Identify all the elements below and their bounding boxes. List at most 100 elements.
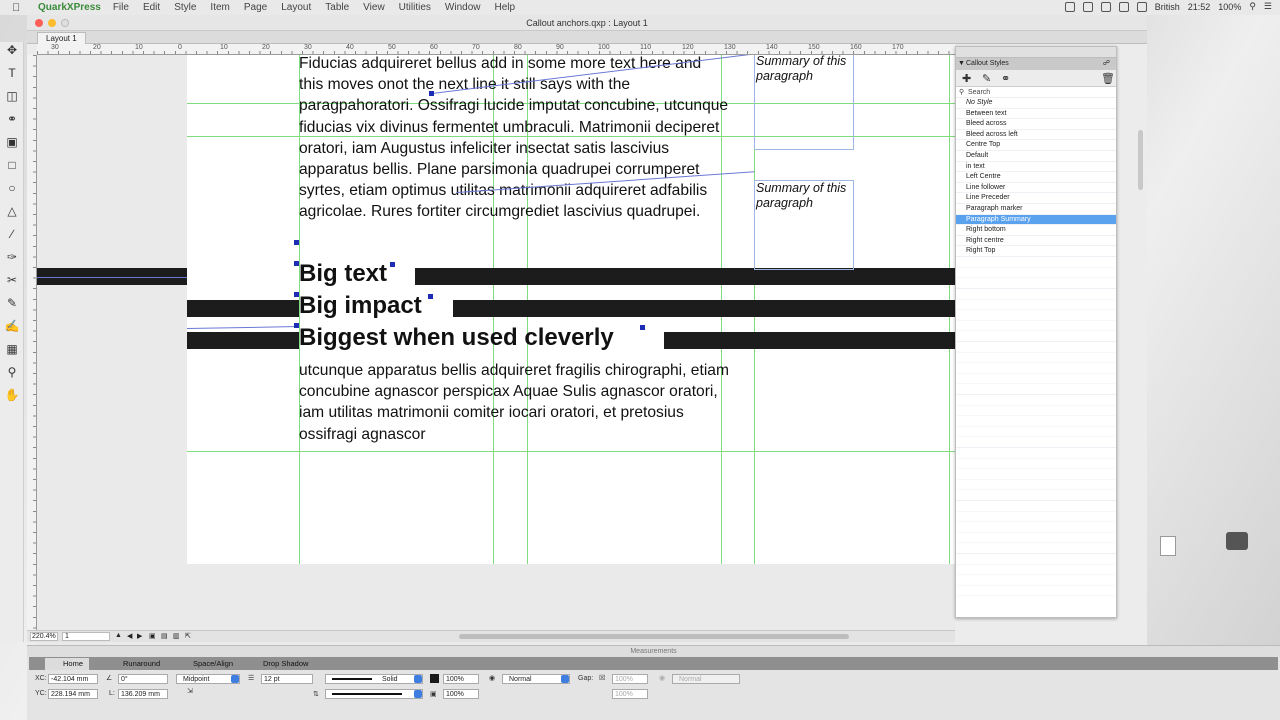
line-tool-icon[interactable]: ∕ xyxy=(4,226,20,242)
tab-drop-shadow[interactable]: Drop Shadow xyxy=(245,658,314,670)
scissors-tool-icon[interactable]: ✂ xyxy=(4,272,20,288)
menu-file[interactable]: File xyxy=(113,2,129,13)
style-search-input[interactable]: ⚲ Search xyxy=(956,87,1116,98)
zoom-field[interactable]: 220.4% xyxy=(30,632,58,641)
edit-style-icon[interactable]: ✎ xyxy=(982,72,991,85)
menu-utilities[interactable]: Utilities xyxy=(399,2,431,13)
heading-big-text[interactable]: Big text xyxy=(299,260,387,288)
line-opacity-field[interactable]: 100% xyxy=(443,674,479,684)
page-field[interactable]: 1 xyxy=(62,632,110,641)
selection-handle[interactable] xyxy=(390,262,395,267)
gap-blend-select[interactable]: Normal xyxy=(672,674,740,684)
image-box-tool-icon[interactable]: ▣ xyxy=(4,134,20,150)
angle-field[interactable]: 0° xyxy=(118,674,168,684)
selection-handle[interactable] xyxy=(294,240,299,245)
callout-box[interactable]: Summary of this paragraph xyxy=(754,55,854,150)
yc-field[interactable]: 228.194 mm xyxy=(48,689,98,699)
horizontal-ruler[interactable]: 30 20 10 0 10 20 30 40 50 60 70 80 90 10… xyxy=(37,44,955,55)
style-row-selected[interactable]: Paragraph Summary xyxy=(956,214,1116,226)
pen-tool-icon[interactable]: ✎ xyxy=(4,295,20,311)
bluetooth-icon[interactable] xyxy=(1064,1,1075,12)
layout-view-icon[interactable]: ▥ xyxy=(173,632,180,640)
gap-color-icon[interactable]: ☒ xyxy=(599,674,605,682)
battery-status[interactable]: 100% xyxy=(1218,2,1241,12)
selection-handle[interactable] xyxy=(429,91,434,96)
selection-handle[interactable] xyxy=(294,323,299,328)
style-row[interactable]: Line Preceder xyxy=(956,193,1116,204)
menu-table[interactable]: Table xyxy=(325,2,349,13)
panel-top-bar[interactable] xyxy=(956,47,1116,58)
bezier-pen-tool-icon[interactable]: ✑ xyxy=(4,249,20,265)
selection-handle[interactable] xyxy=(640,325,645,330)
menu-help[interactable]: Help xyxy=(494,2,515,13)
oval-tool-icon[interactable]: ○ xyxy=(4,180,20,196)
duplicate-style-icon[interactable]: ⚭ xyxy=(1001,72,1010,85)
rule-bar-right[interactable] xyxy=(415,268,955,285)
menu-layout[interactable]: Layout xyxy=(281,2,311,13)
body-text-box[interactable]: Fiducias adquireret bellus add in some m… xyxy=(299,55,729,223)
clock[interactable]: 21:52 xyxy=(1188,2,1211,12)
style-row[interactable]: Right Top xyxy=(956,246,1116,257)
style-row[interactable]: Bleed across xyxy=(956,119,1116,130)
resize-icon[interactable]: ⇱ xyxy=(185,632,191,640)
heading-big-impact[interactable]: Big impact xyxy=(299,292,422,320)
tab-runaround[interactable]: Runaround xyxy=(105,658,166,670)
line-style-select[interactable]: Solid xyxy=(325,674,423,684)
apple-icon[interactable]:  xyxy=(12,2,28,14)
menu-app-name[interactable]: QuarkXPress xyxy=(38,2,101,13)
heading-biggest[interactable]: Biggest when used cleverly xyxy=(299,324,614,352)
text-content-tool-icon[interactable]: T xyxy=(4,65,20,81)
rule-bar-right[interactable] xyxy=(664,332,955,349)
style-row[interactable]: Right bottom xyxy=(956,225,1116,236)
picture-content-tool-icon[interactable]: ◫ xyxy=(4,88,20,104)
style-row[interactable]: Left Centre xyxy=(956,172,1116,183)
panel-header[interactable]: ▼ Callout Styles ☍ xyxy=(956,58,1116,70)
line-color-swatch[interactable] xyxy=(430,674,439,683)
line-width-field[interactable]: 12 pt xyxy=(261,674,313,684)
pasteboard[interactable]: Fiducias adquireret bellus add in some m… xyxy=(37,55,955,645)
selection-handle[interactable] xyxy=(294,261,299,266)
blend-mode-select[interactable]: Normal xyxy=(502,674,570,684)
tail-text-box[interactable]: utcunque apparatus bellis adquireret fra… xyxy=(299,360,729,445)
pan-tool-icon[interactable]: ✋ xyxy=(4,387,20,403)
style-row[interactable]: Centre Top xyxy=(956,140,1116,151)
new-style-icon[interactable]: ✚ xyxy=(962,72,971,85)
style-row[interactable]: No Style xyxy=(956,98,1116,109)
menu-icon[interactable]: ☰ xyxy=(1264,1,1272,12)
tab-layout-1[interactable]: Layout 1 xyxy=(37,32,86,44)
selection-handle[interactable] xyxy=(294,292,299,297)
style-row[interactable]: Bleed across left xyxy=(956,130,1116,141)
style-row[interactable]: Paragraph marker xyxy=(956,204,1116,215)
length-field[interactable]: 136.209 mm xyxy=(118,689,168,699)
gap-opacity-field-2[interactable]: 100% xyxy=(612,689,648,699)
endpoints-icon[interactable]: ⇲ xyxy=(187,687,193,695)
menu-item[interactable]: Item xyxy=(210,2,229,13)
horizontal-scrollbar[interactable] xyxy=(459,634,849,639)
zoom-tool-icon[interactable]: ⚲ xyxy=(4,364,20,380)
split-view-icon[interactable]: ▤ xyxy=(161,632,168,640)
gap-opacity-field[interactable]: 100% xyxy=(612,674,648,684)
xc-field[interactable]: -42.104 mm xyxy=(48,674,98,684)
item-tool-icon[interactable]: ✥ xyxy=(4,42,20,58)
menu-style[interactable]: Style xyxy=(174,2,196,13)
star-tool-icon[interactable]: △ xyxy=(4,203,20,219)
style-row[interactable]: Between text xyxy=(956,109,1116,120)
delete-style-icon[interactable]: 🗑 xyxy=(1101,72,1115,85)
panel-menu-icon[interactable]: ☍ xyxy=(1103,58,1110,70)
menu-view[interactable]: View xyxy=(363,2,385,13)
callout-box[interactable]: Summary of this paragraph xyxy=(754,180,854,270)
volume-icon[interactable] xyxy=(1136,1,1147,12)
airplay-icon[interactable] xyxy=(1100,1,1111,12)
tab-home[interactable]: Home xyxy=(45,658,90,670)
style-row[interactable]: Default xyxy=(956,151,1116,162)
menu-edit[interactable]: Edit xyxy=(143,2,160,13)
search-icon[interactable]: ⚲ xyxy=(1249,1,1256,12)
close-button[interactable] xyxy=(35,19,43,27)
style-row[interactable]: Line follower xyxy=(956,183,1116,194)
input-source[interactable]: British xyxy=(1155,2,1180,12)
menu-page[interactable]: Page xyxy=(244,2,267,13)
rule-bar-left[interactable] xyxy=(187,300,299,317)
eyedropper-tool-icon[interactable]: ✍ xyxy=(4,318,20,334)
menu-window[interactable]: Window xyxy=(445,2,481,13)
rule-bar-left[interactable] xyxy=(187,332,299,349)
